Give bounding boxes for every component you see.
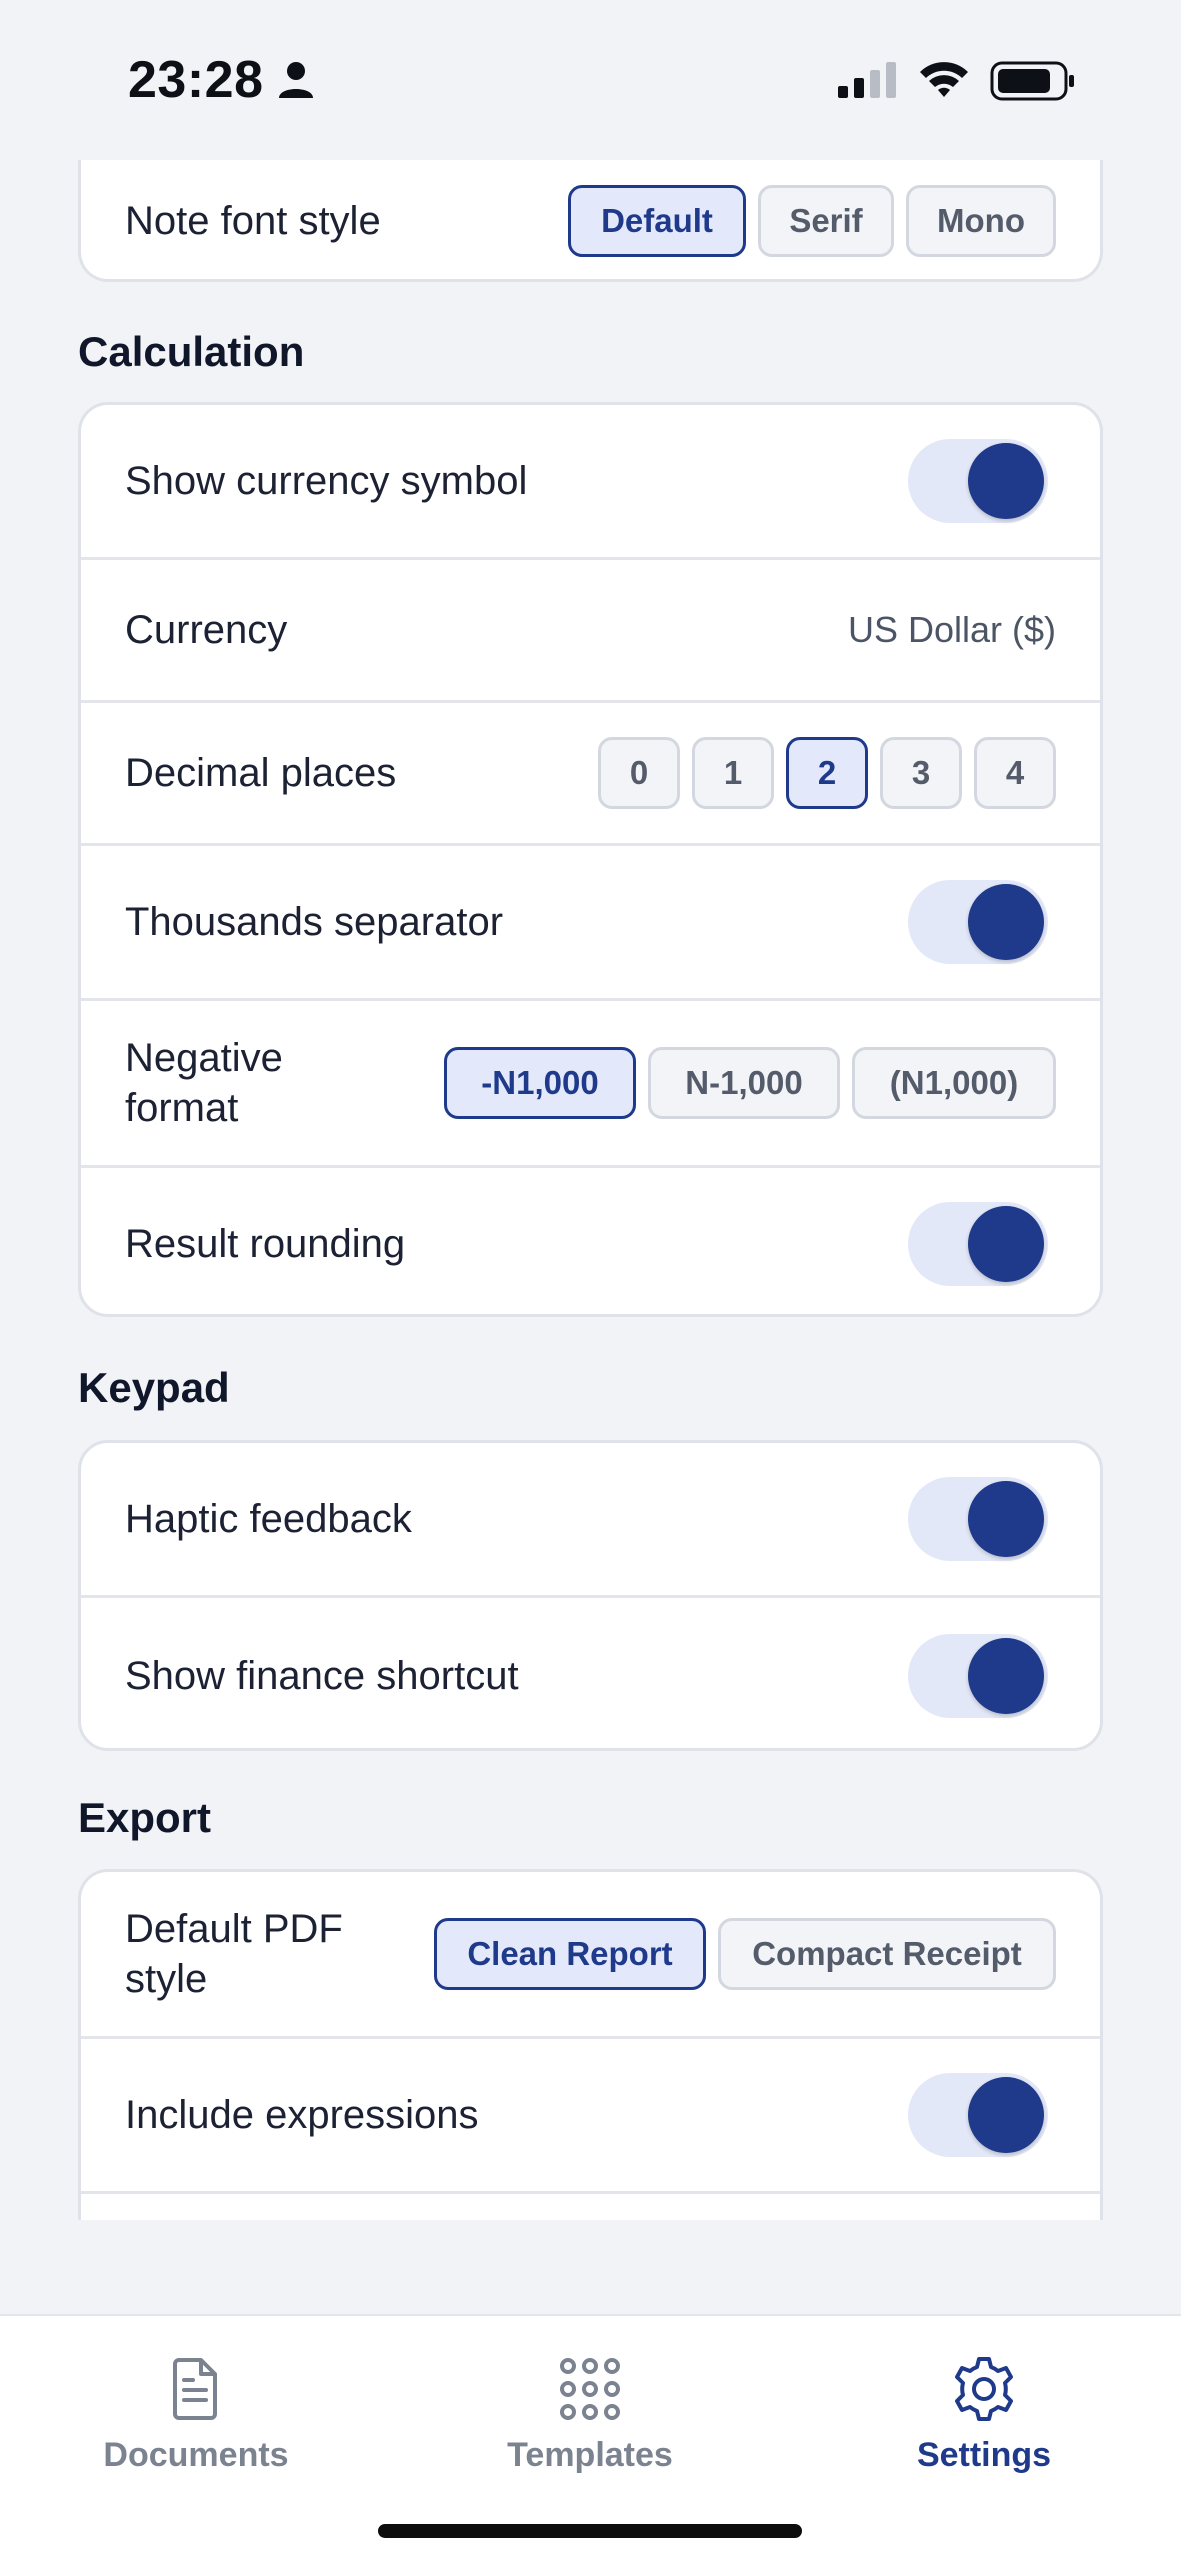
wifi-icon (920, 62, 968, 97)
grid-icon (560, 2358, 620, 2420)
decimal-places-label: Decimal places (125, 751, 397, 795)
person-icon (279, 62, 313, 98)
document-icon (173, 2358, 217, 2420)
include-expressions-toggle[interactable] (908, 2073, 1048, 2157)
home-indicator[interactable] (378, 2524, 802, 2538)
tab-documents[interactable]: Documents (46, 2354, 346, 2494)
show-finance-shortcut-row: Show finance shortcut (81, 1598, 1100, 1748)
show-finance-shortcut-label: Show finance shortcut (125, 1654, 519, 1698)
default-pdf-style-segmented: Clean Report Compact Receipt (434, 1918, 1056, 1990)
show-finance-shortcut-toggle[interactable] (908, 1634, 1048, 1718)
currency-label: Currency (125, 608, 288, 652)
haptic-feedback-toggle[interactable] (908, 1477, 1048, 1561)
export-card: Default PDF style Clean Report Compact R… (78, 1869, 1103, 2220)
calculation-section-title: Calculation (78, 328, 305, 375)
decimal-option-2[interactable]: 2 (786, 737, 868, 809)
toggle-knob (968, 1481, 1044, 1557)
include-expressions-row: Include expressions (81, 2039, 1100, 2194)
font-serif-option[interactable]: Serif (758, 185, 894, 257)
tab-documents-label: Documents (103, 2436, 289, 2474)
currency-value: US Dollar ($) (847, 609, 1056, 650)
thousands-separator-label: Thousands separator (125, 900, 504, 944)
decimal-option-0[interactable]: 0 (598, 737, 680, 809)
status-bar: 23:28 (0, 0, 1181, 160)
calculation-card: Show currency symbol Currency US Dollar … (78, 402, 1103, 1317)
negative-format-label: Negative format (125, 1036, 283, 1130)
thousands-separator-row: Thousands separator (81, 846, 1100, 1001)
pdf-style-compact-receipt-option[interactable]: Compact Receipt (718, 1918, 1056, 1990)
thousands-separator-toggle[interactable] (908, 880, 1048, 964)
show-currency-symbol-label: Show currency symbol (125, 459, 528, 503)
decimal-places-segmented: 0 1 2 3 4 (598, 737, 1056, 809)
battery-icon (990, 61, 1074, 101)
tab-templates[interactable]: Templates (440, 2354, 740, 2494)
decimal-option-3[interactable]: 3 (880, 737, 962, 809)
tab-templates-label: Templates (507, 2436, 673, 2474)
note-font-style-segmented: Default Serif Mono (568, 185, 1056, 257)
toggle-knob (968, 1638, 1044, 1714)
settings-scroll-content[interactable]: Note font style Default Serif Mono Calcu… (0, 160, 1181, 2220)
appearance-card: Note font style Default Serif Mono (78, 160, 1103, 282)
toggle-knob (968, 2077, 1044, 2153)
note-font-style-label: Note font style (125, 199, 381, 243)
keypad-section-title: Keypad (78, 1364, 230, 1411)
decimal-option-4[interactable]: 4 (974, 737, 1056, 809)
negative-format-row: Negative format -N1,000 N-1,000 (N1,000) (81, 1001, 1100, 1168)
decimal-option-1[interactable]: 1 (692, 737, 774, 809)
haptic-feedback-row: Haptic feedback (81, 1443, 1100, 1598)
decimal-places-row: Decimal places 0 1 2 3 4 (81, 703, 1100, 846)
cellular-signal-icon (838, 62, 896, 98)
negative-format-option-minus-prefix[interactable]: -N1,000 (444, 1047, 636, 1119)
font-mono-option[interactable]: Mono (906, 185, 1056, 257)
pdf-style-clean-report-option[interactable]: Clean Report (434, 1918, 706, 1990)
toggle-knob (968, 884, 1044, 960)
status-time: 23:28 (128, 51, 264, 109)
font-default-option[interactable]: Default (568, 185, 746, 257)
default-pdf-style-row: Default PDF style Clean Report Compact R… (81, 1872, 1100, 2039)
note-font-style-row: Note font style Default Serif Mono (81, 160, 1100, 279)
gear-icon (955, 2357, 1013, 2421)
result-rounding-toggle[interactable] (908, 1202, 1048, 1286)
tab-settings-label: Settings (916, 2436, 1052, 2474)
negative-format-option-parentheses[interactable]: (N1,000) (852, 1047, 1056, 1119)
result-rounding-row: Result rounding (81, 1168, 1100, 1314)
result-rounding-label: Result rounding (125, 1222, 406, 1266)
show-currency-symbol-row: Show currency symbol (81, 405, 1100, 560)
currency-row[interactable]: Currency US Dollar ($) (81, 560, 1100, 703)
toggle-knob (968, 1206, 1044, 1282)
keypad-card: Haptic feedback Show finance shortcut (78, 1440, 1103, 1751)
show-currency-symbol-toggle[interactable] (908, 439, 1048, 523)
default-pdf-style-label: Default PDF style (125, 1907, 343, 2001)
haptic-feedback-label: Haptic feedback (125, 1497, 412, 1541)
tab-settings[interactable]: Settings (834, 2354, 1134, 2494)
negative-format-option-minus-infix[interactable]: N-1,000 (648, 1047, 840, 1119)
toggle-knob (968, 443, 1044, 519)
include-expressions-label: Include expressions (125, 2093, 479, 2137)
negative-format-segmented: -N1,000 N-1,000 (N1,000) (444, 1047, 1056, 1119)
export-section-title: Export (78, 1794, 212, 1841)
